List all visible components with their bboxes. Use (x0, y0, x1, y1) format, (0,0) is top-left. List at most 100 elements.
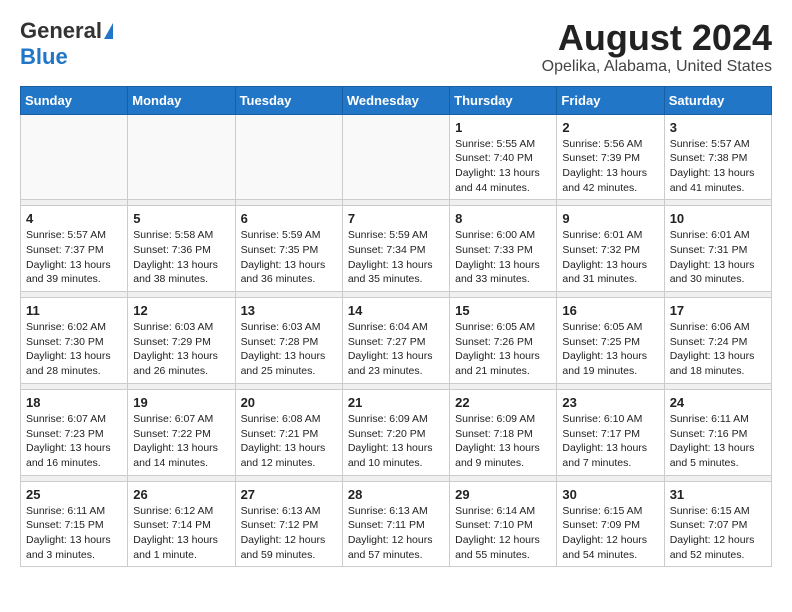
calendar-cell: 6 Sunrise: 5:59 AMSunset: 7:35 PMDayligh… (235, 206, 342, 292)
header: General Blue August 2024 Opelika, Alabam… (20, 18, 772, 76)
calendar: Sunday Monday Tuesday Wednesday Thursday… (20, 86, 772, 568)
calendar-cell: 12 Sunrise: 6:03 AMSunset: 7:29 PMDaylig… (128, 298, 235, 384)
calendar-cell: 1 Sunrise: 5:55 AMSunset: 7:40 PMDayligh… (450, 114, 557, 200)
day-info: Sunrise: 6:13 AMSunset: 7:11 PMDaylight:… (348, 504, 444, 563)
day-info: Sunrise: 5:59 AMSunset: 7:34 PMDaylight:… (348, 228, 444, 287)
day-number: 29 (455, 487, 551, 502)
calendar-week-5: 25 Sunrise: 6:11 AMSunset: 7:15 PMDaylig… (21, 481, 772, 567)
day-info: Sunrise: 6:03 AMSunset: 7:29 PMDaylight:… (133, 320, 229, 379)
day-number: 26 (133, 487, 229, 502)
day-info: Sunrise: 6:15 AMSunset: 7:09 PMDaylight:… (562, 504, 658, 563)
day-info: Sunrise: 5:55 AMSunset: 7:40 PMDaylight:… (455, 137, 551, 196)
col-monday: Monday (128, 86, 235, 114)
day-number: 13 (241, 303, 337, 318)
calendar-cell (21, 114, 128, 200)
calendar-cell: 11 Sunrise: 6:02 AMSunset: 7:30 PMDaylig… (21, 298, 128, 384)
calendar-week-2: 4 Sunrise: 5:57 AMSunset: 7:37 PMDayligh… (21, 206, 772, 292)
title-block: August 2024 Opelika, Alabama, United Sta… (542, 18, 772, 76)
day-info: Sunrise: 6:12 AMSunset: 7:14 PMDaylight:… (133, 504, 229, 563)
day-info: Sunrise: 5:56 AMSunset: 7:39 PMDaylight:… (562, 137, 658, 196)
calendar-cell: 29 Sunrise: 6:14 AMSunset: 7:10 PMDaylig… (450, 481, 557, 567)
day-info: Sunrise: 6:11 AMSunset: 7:15 PMDaylight:… (26, 504, 122, 563)
day-info: Sunrise: 6:01 AMSunset: 7:32 PMDaylight:… (562, 228, 658, 287)
calendar-cell: 8 Sunrise: 6:00 AMSunset: 7:33 PMDayligh… (450, 206, 557, 292)
logo-line2: Blue (20, 44, 68, 70)
calendar-week-1: 1 Sunrise: 5:55 AMSunset: 7:40 PMDayligh… (21, 114, 772, 200)
day-number: 28 (348, 487, 444, 502)
day-number: 8 (455, 211, 551, 226)
day-number: 9 (562, 211, 658, 226)
day-info: Sunrise: 6:14 AMSunset: 7:10 PMDaylight:… (455, 504, 551, 563)
day-info: Sunrise: 6:00 AMSunset: 7:33 PMDaylight:… (455, 228, 551, 287)
day-number: 1 (455, 120, 551, 135)
calendar-cell: 24 Sunrise: 6:11 AMSunset: 7:16 PMDaylig… (664, 389, 771, 475)
day-number: 27 (241, 487, 337, 502)
col-sunday: Sunday (21, 86, 128, 114)
day-number: 16 (562, 303, 658, 318)
day-number: 10 (670, 211, 766, 226)
calendar-cell: 4 Sunrise: 5:57 AMSunset: 7:37 PMDayligh… (21, 206, 128, 292)
calendar-cell: 5 Sunrise: 5:58 AMSunset: 7:36 PMDayligh… (128, 206, 235, 292)
logo-blue: Blue (20, 44, 68, 69)
calendar-cell: 30 Sunrise: 6:15 AMSunset: 7:09 PMDaylig… (557, 481, 664, 567)
calendar-cell: 3 Sunrise: 5:57 AMSunset: 7:38 PMDayligh… (664, 114, 771, 200)
day-number: 14 (348, 303, 444, 318)
day-info: Sunrise: 6:10 AMSunset: 7:17 PMDaylight:… (562, 412, 658, 471)
col-friday: Friday (557, 86, 664, 114)
col-tuesday: Tuesday (235, 86, 342, 114)
logo-general: General (20, 18, 102, 44)
day-info: Sunrise: 6:03 AMSunset: 7:28 PMDaylight:… (241, 320, 337, 379)
day-number: 24 (670, 395, 766, 410)
day-info: Sunrise: 5:57 AMSunset: 7:38 PMDaylight:… (670, 137, 766, 196)
col-thursday: Thursday (450, 86, 557, 114)
day-info: Sunrise: 6:04 AMSunset: 7:27 PMDaylight:… (348, 320, 444, 379)
calendar-cell (342, 114, 449, 200)
day-number: 31 (670, 487, 766, 502)
day-number: 21 (348, 395, 444, 410)
col-saturday: Saturday (664, 86, 771, 114)
day-info: Sunrise: 6:01 AMSunset: 7:31 PMDaylight:… (670, 228, 766, 287)
logo-triangle-icon (104, 23, 113, 39)
day-info: Sunrise: 6:08 AMSunset: 7:21 PMDaylight:… (241, 412, 337, 471)
day-info: Sunrise: 6:07 AMSunset: 7:23 PMDaylight:… (26, 412, 122, 471)
day-number: 20 (241, 395, 337, 410)
calendar-cell: 27 Sunrise: 6:13 AMSunset: 7:12 PMDaylig… (235, 481, 342, 567)
day-info: Sunrise: 6:05 AMSunset: 7:26 PMDaylight:… (455, 320, 551, 379)
day-info: Sunrise: 6:05 AMSunset: 7:25 PMDaylight:… (562, 320, 658, 379)
day-info: Sunrise: 5:59 AMSunset: 7:35 PMDaylight:… (241, 228, 337, 287)
calendar-cell: 28 Sunrise: 6:13 AMSunset: 7:11 PMDaylig… (342, 481, 449, 567)
calendar-cell (235, 114, 342, 200)
day-info: Sunrise: 6:13 AMSunset: 7:12 PMDaylight:… (241, 504, 337, 563)
calendar-cell: 7 Sunrise: 5:59 AMSunset: 7:34 PMDayligh… (342, 206, 449, 292)
calendar-cell: 2 Sunrise: 5:56 AMSunset: 7:39 PMDayligh… (557, 114, 664, 200)
calendar-cell: 18 Sunrise: 6:07 AMSunset: 7:23 PMDaylig… (21, 389, 128, 475)
page: General Blue August 2024 Opelika, Alabam… (0, 0, 792, 581)
day-number: 15 (455, 303, 551, 318)
calendar-cell: 19 Sunrise: 6:07 AMSunset: 7:22 PMDaylig… (128, 389, 235, 475)
calendar-cell: 9 Sunrise: 6:01 AMSunset: 7:32 PMDayligh… (557, 206, 664, 292)
calendar-cell: 13 Sunrise: 6:03 AMSunset: 7:28 PMDaylig… (235, 298, 342, 384)
day-info: Sunrise: 6:11 AMSunset: 7:16 PMDaylight:… (670, 412, 766, 471)
day-info: Sunrise: 6:02 AMSunset: 7:30 PMDaylight:… (26, 320, 122, 379)
day-number: 7 (348, 211, 444, 226)
page-subtitle: Opelika, Alabama, United States (542, 58, 772, 76)
calendar-cell: 26 Sunrise: 6:12 AMSunset: 7:14 PMDaylig… (128, 481, 235, 567)
day-number: 11 (26, 303, 122, 318)
calendar-cell: 15 Sunrise: 6:05 AMSunset: 7:26 PMDaylig… (450, 298, 557, 384)
calendar-cell: 14 Sunrise: 6:04 AMSunset: 7:27 PMDaylig… (342, 298, 449, 384)
calendar-cell: 17 Sunrise: 6:06 AMSunset: 7:24 PMDaylig… (664, 298, 771, 384)
day-number: 12 (133, 303, 229, 318)
day-number: 25 (26, 487, 122, 502)
calendar-cell: 23 Sunrise: 6:10 AMSunset: 7:17 PMDaylig… (557, 389, 664, 475)
day-number: 22 (455, 395, 551, 410)
day-number: 4 (26, 211, 122, 226)
calendar-cell: 10 Sunrise: 6:01 AMSunset: 7:31 PMDaylig… (664, 206, 771, 292)
day-number: 18 (26, 395, 122, 410)
day-info: Sunrise: 6:15 AMSunset: 7:07 PMDaylight:… (670, 504, 766, 563)
day-number: 5 (133, 211, 229, 226)
day-info: Sunrise: 6:07 AMSunset: 7:22 PMDaylight:… (133, 412, 229, 471)
calendar-header-row: Sunday Monday Tuesday Wednesday Thursday… (21, 86, 772, 114)
day-info: Sunrise: 5:57 AMSunset: 7:37 PMDaylight:… (26, 228, 122, 287)
day-number: 23 (562, 395, 658, 410)
calendar-cell: 25 Sunrise: 6:11 AMSunset: 7:15 PMDaylig… (21, 481, 128, 567)
